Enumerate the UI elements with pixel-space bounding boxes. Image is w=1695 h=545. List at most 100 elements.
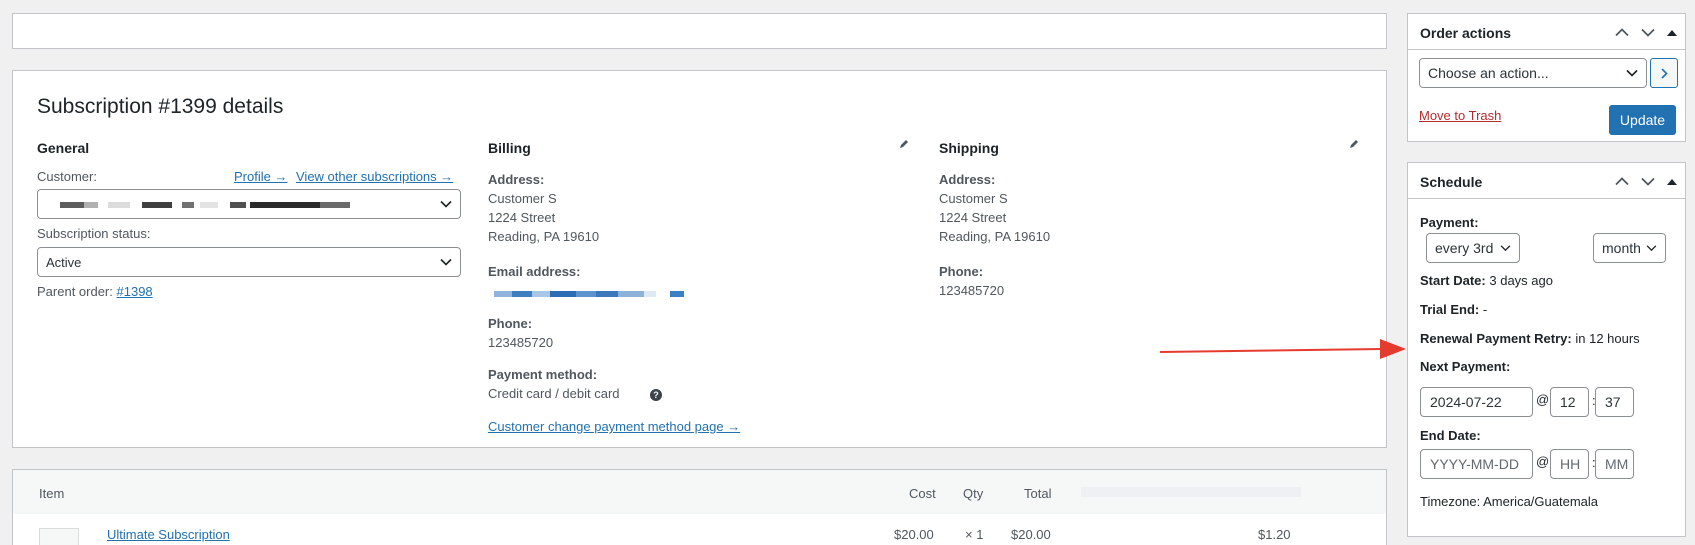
item-qty: × 1 [965,527,984,542]
shipping-address-label: Address: [939,172,996,187]
billing-address-line: Reading, PA 19610 [488,229,600,244]
order-actions-box: Order actions Choose an action... Move t… [1407,13,1686,142]
billing-address-label: Address: [488,172,545,187]
column-header-tax-redacted [1081,487,1301,497]
timezone-value: America/Guatemala [1483,494,1599,509]
shipping-phone-label: Phone: [939,264,984,279]
shipping-address-line: Reading, PA 19610 [939,229,1051,244]
billing-phone-label: Phone: [488,316,533,331]
update-button[interactable]: Update [1609,105,1676,135]
start-date-row: Start Date: 3 days ago [1420,273,1553,288]
shipping-address-line: Customer S [939,191,1008,206]
billing-interval-value: every 3rd [1435,240,1494,256]
billing-email-label: Email address: [488,264,581,279]
start-date-value: 3 days ago [1489,273,1553,288]
parent-order-link[interactable]: #1398 [117,284,153,299]
edit-billing-pencil-icon[interactable] [899,139,909,149]
chevron-right-icon [1660,67,1668,79]
billing-email-redacted [494,285,684,300]
column-header-cost: Cost [909,486,936,501]
item-name-link[interactable]: Ultimate Subscription [107,527,230,542]
end-minute-input[interactable]: MM [1595,449,1634,479]
parent-order: Parent order: #1398 [37,284,153,299]
general-heading: General [37,140,90,156]
annotation-arrow-icon [1160,339,1406,359]
customer-redacted-value [46,196,350,212]
chevron-up-icon[interactable] [1615,28,1629,37]
trial-end-row: Trial End: - [1420,302,1487,317]
customer-label: Customer: [37,169,97,184]
chevron-down-icon [1626,69,1638,77]
svg-text:?: ? [653,390,659,400]
collapse-toggle-icon[interactable] [1667,29,1677,36]
chevron-down-icon [1646,245,1657,252]
order-actions-header: Order actions [1408,14,1685,50]
collapse-toggle-icon[interactable] [1667,178,1677,185]
schedule-header: Schedule [1408,163,1685,199]
shipping-heading: Shipping [939,140,999,156]
item-tax: $1.20 [1258,527,1291,542]
subscription-details-panel: Subscription #1399 details General Custo… [12,70,1387,448]
billing-address-line: 1224 Street [488,210,556,225]
end-date-placeholder: YYYY-MM-DD [1430,456,1519,472]
chevron-up-icon[interactable] [1615,177,1629,186]
payment-method-label: Payment method: [488,367,598,382]
next-payment-minute-input[interactable]: 37 [1595,387,1634,417]
end-minute-placeholder: MM [1605,456,1629,472]
billing-address-line: Customer S [488,191,557,206]
timezone-label: Timezone: [1420,494,1481,509]
at-separator: @ [1536,454,1550,469]
end-date-label: End Date: [1420,428,1481,443]
start-date-label: Start Date: [1420,273,1486,288]
apply-action-button[interactable] [1650,58,1678,88]
customer-select[interactable] [37,189,461,219]
order-action-select-value: Choose an action... [1428,65,1549,81]
chevron-down-icon [440,200,452,208]
chevron-down-icon [1500,245,1511,252]
end-hour-placeholder: HH [1560,456,1581,472]
item-cost: $20.00 [894,527,934,542]
page-title: Subscription #1399 details [37,95,284,118]
table-row: Ultimate Subscription $20.00 × 1 $20.00 … [13,514,1386,545]
schedule-title: Schedule [1420,174,1483,190]
order-action-select[interactable]: Choose an action... [1419,58,1647,88]
at-separator: @ [1536,392,1550,407]
parent-order-label: Parent order: [37,284,113,299]
product-thumbnail [39,528,79,545]
next-payment-label: Next Payment: [1420,359,1511,374]
renewal-retry-row: Renewal Payment Retry: in 12 hours [1420,331,1640,346]
renewal-retry-value: in 12 hours [1575,331,1640,346]
payment-label: Payment: [1420,215,1479,230]
next-payment-hour-input[interactable]: 12 [1550,387,1589,417]
next-payment-date-input[interactable]: 2024-07-22 [1420,387,1533,417]
schedule-box: Schedule Payment: every 3rd month Start … [1407,162,1686,537]
status-value: Active [46,254,82,270]
help-icon[interactable]: ? [650,389,662,401]
order-actions-title: Order actions [1420,25,1512,41]
column-header-qty: Qty [963,486,984,501]
shipping-address-line: 1224 Street [939,210,1007,225]
trial-end-value: - [1482,302,1488,317]
billing-period-value: month [1602,240,1641,256]
end-hour-input[interactable]: HH [1550,449,1589,479]
end-date-input[interactable]: YYYY-MM-DD [1420,449,1533,479]
timezone-row: Timezone: America/Guatemala [1420,494,1598,509]
chevron-down-icon [440,258,452,266]
status-select[interactable]: Active [37,247,461,277]
billing-interval-select[interactable]: every 3rd [1426,233,1520,263]
shipping-phone-value: 123485720 [939,283,1005,298]
payment-method-value: Credit card / debit card [488,386,620,401]
view-other-subscriptions-link[interactable]: View other subscriptions → [296,169,453,184]
chevron-down-icon[interactable] [1641,28,1655,37]
billing-period-select[interactable]: month [1593,233,1666,263]
customer-change-payment-link[interactable]: Customer change payment method page → [488,419,740,434]
items-table-header: Item Cost Qty Total [13,470,1386,514]
profile-link[interactable]: Profile → [234,169,287,184]
order-items-panel: Item Cost Qty Total Ultimate Subscriptio… [12,469,1387,545]
item-total: $20.00 [1011,527,1051,542]
trial-end-label: Trial End: [1420,302,1480,317]
chevron-down-icon[interactable] [1641,177,1655,186]
move-to-trash-link[interactable]: Move to Trash [1419,108,1501,123]
edit-shipping-pencil-icon[interactable] [1349,139,1359,149]
billing-heading: Billing [488,140,531,156]
